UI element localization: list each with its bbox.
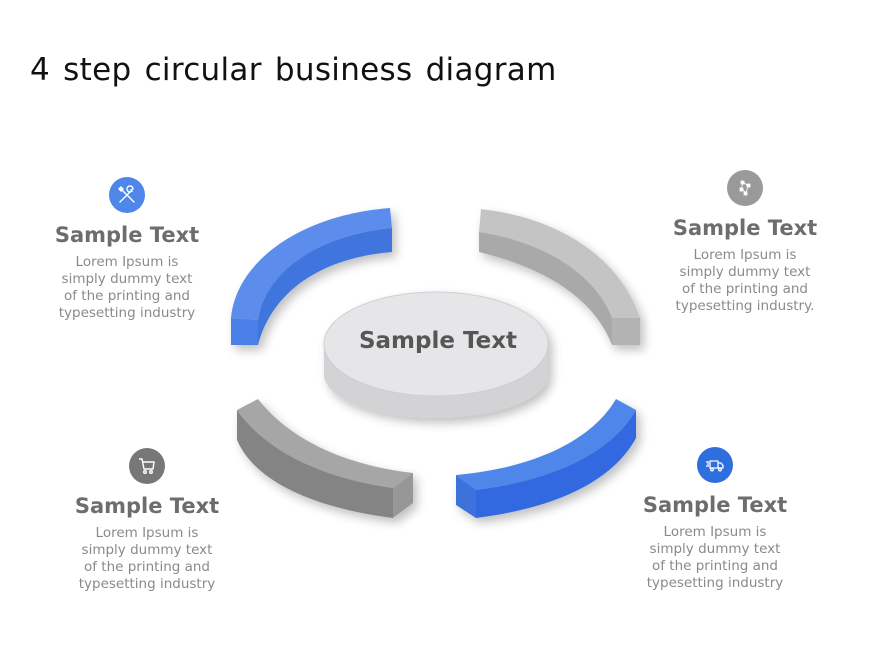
truck-icon [697,447,733,483]
description-line: Lorem Ipsum is [693,247,797,263]
center-label: Sample Text [358,328,518,354]
center-disc [323,291,549,418]
arc-segment-bottom-right [456,399,636,518]
description-line: Lorem Ipsum is [95,525,199,541]
step-description: Lorem Ipsum is simply dummy text of the … [32,254,222,322]
description-line: of the printing and [63,288,191,304]
step-description: Lorem Ipsum is simply dummy text of the … [650,247,840,315]
description-line: Lorem Ipsum is [663,524,767,540]
step-block-top-right: Sample Text Lorem Ipsum is simply dummy … [650,170,840,315]
step-heading: Sample Text [672,216,818,240]
step-description: Lorem Ipsum is simply dummy text of the … [52,525,242,593]
description-line: typesetting industry [78,576,216,592]
arc-side-face [231,318,258,345]
network-icon [727,170,763,206]
step-description: Lorem Ipsum is simply dummy text of the … [620,524,810,592]
description-line: typesetting industry. [675,298,815,314]
description-line: of the printing and [651,558,779,574]
description-line: of the printing and [681,281,809,297]
cart-icon [129,448,165,484]
step-heading: Sample Text [74,494,220,518]
description-line: Lorem Ipsum is [75,254,179,270]
tools-icon [109,177,145,213]
step-block-bottom-left: Sample Text Lorem Ipsum is simply dummy … [52,448,242,593]
step-block-top-left: Sample Text Lorem Ipsum is simply dummy … [32,177,222,322]
description-line: simply dummy text [81,542,213,558]
description-line: typesetting industry [58,305,196,321]
description-line: simply dummy text [649,541,781,557]
arc-segment-bottom-left [237,399,413,518]
description-line: of the printing and [83,559,211,575]
description-line: typesetting industry [646,575,784,591]
description-line: simply dummy text [61,271,193,287]
step-heading: Sample Text [54,223,200,247]
step-heading: Sample Text [642,493,788,517]
step-block-bottom-right: Sample Text Lorem Ipsum is simply dummy … [620,447,810,592]
arc-side-face [612,318,640,345]
description-line: simply dummy text [679,264,811,280]
